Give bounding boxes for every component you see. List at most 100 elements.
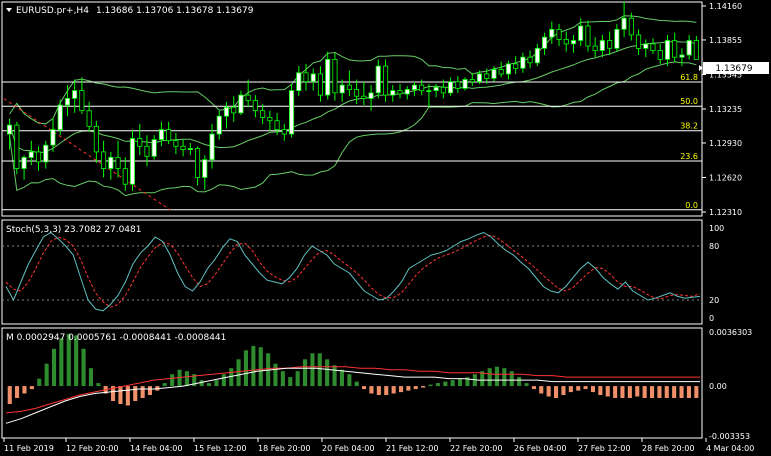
candle-bull xyxy=(462,79,468,89)
candle-bull xyxy=(151,139,157,157)
candle-bear xyxy=(115,156,121,169)
candle-bear xyxy=(346,84,352,90)
macd-histogram-bar xyxy=(627,386,632,398)
fib-label-23.6: 23.6 xyxy=(680,152,698,161)
candle-bear xyxy=(353,89,360,97)
candle-bear xyxy=(361,95,367,99)
macd-histogram-bar xyxy=(509,371,514,387)
candle-bear xyxy=(455,81,461,89)
candle-bull xyxy=(614,28,620,49)
candle-bear xyxy=(469,79,475,83)
macd-histogram-bar xyxy=(251,345,256,387)
time-tick-label: 15 Feb 12:00 xyxy=(194,444,246,453)
candle-bear xyxy=(267,117,273,122)
macd-histogram-bar xyxy=(347,374,352,387)
macd-histogram-bar xyxy=(59,338,64,387)
stoch-tick-label: 0 xyxy=(709,314,714,323)
candle-bull xyxy=(187,148,193,151)
stoch-tick-label: 20 xyxy=(709,296,719,305)
candle-bull xyxy=(72,90,78,99)
candle-bull xyxy=(578,25,584,41)
macd-histogram-bar xyxy=(650,386,655,398)
stoch-label: Stoch(5,3,3) 23.7082 27.0481 xyxy=(6,225,141,235)
candle-bull xyxy=(621,17,627,30)
candle-bull xyxy=(542,36,548,49)
macd-histogram-bar xyxy=(125,386,130,406)
candle-bear xyxy=(628,17,634,36)
time-tick-label: 26 Feb 04:00 xyxy=(514,444,566,453)
macd-histogram-bar xyxy=(140,386,145,398)
macd-histogram-bar xyxy=(295,371,300,387)
time-tick-label: 12 Feb 20:00 xyxy=(66,444,118,453)
macd-histogram-bar xyxy=(590,386,595,393)
macd-histogram-bar xyxy=(133,386,138,401)
macd-histogram-bar xyxy=(44,363,49,386)
macd-histogram-bar xyxy=(546,386,551,397)
macd-histogram-bar xyxy=(273,363,278,386)
macd-histogram-bar xyxy=(406,386,411,391)
candle-bull xyxy=(534,47,540,64)
macd-histogram-bar xyxy=(339,369,344,387)
macd-histogram-bar xyxy=(214,380,219,387)
macd-histogram-bar xyxy=(369,386,374,394)
macd-histogram-bar xyxy=(605,386,610,397)
candle-bull xyxy=(520,56,526,69)
macd-histogram-bar xyxy=(686,386,691,398)
candle-bull xyxy=(390,90,396,96)
macd-histogram-bar xyxy=(243,350,248,386)
candle-bull xyxy=(7,124,13,135)
candle-bull xyxy=(549,28,555,38)
macd-histogram-bar xyxy=(679,386,684,398)
macd-histogram-bar xyxy=(29,386,34,390)
macd-histogram-bar xyxy=(118,386,123,404)
candle-bear xyxy=(527,56,533,64)
candle-bull xyxy=(411,84,417,90)
candle-bear xyxy=(513,63,519,69)
macd-histogram-bar xyxy=(613,386,618,398)
candle-bull xyxy=(216,115,222,135)
candle-bull xyxy=(426,90,432,92)
macd-histogram-bar xyxy=(421,386,426,388)
trading-chart[interactable]: 61.850.038.223.60.0 1.141601.138551.1354… xyxy=(0,0,771,456)
symbol-header[interactable]: EURUSD.pr+,H4 1.13686 1.13706 1.13678 1.… xyxy=(6,6,254,16)
candle-bear xyxy=(484,73,490,79)
time-tick-label: 20 Feb 04:00 xyxy=(322,444,374,453)
macd-histogram-bar xyxy=(428,384,433,387)
candle-bear xyxy=(657,50,663,60)
candle-bull xyxy=(505,63,511,75)
candle-bear xyxy=(166,129,172,142)
macd-histogram-bar xyxy=(15,386,20,398)
candle-bull xyxy=(209,133,215,161)
candle-bear xyxy=(592,45,598,51)
candle-bear xyxy=(14,124,20,169)
candle-bear xyxy=(101,151,107,169)
candle-bear xyxy=(636,34,642,49)
candle-bear xyxy=(180,145,186,151)
macd-histogram-bar xyxy=(384,386,389,395)
candle-bear xyxy=(498,69,504,75)
candle-bear xyxy=(693,40,699,60)
macd-histogram-bar xyxy=(354,381,359,387)
candle-bull xyxy=(57,104,63,130)
macd-histogram-bar xyxy=(288,377,293,386)
macd-histogram-bar xyxy=(568,386,573,393)
time-tick-label: 28 Feb 20:00 xyxy=(642,444,694,453)
candle-bear xyxy=(173,140,179,147)
candle-bear xyxy=(382,65,389,96)
candle-bear xyxy=(93,125,99,153)
price-tick-label: 1.12620 xyxy=(709,173,742,182)
macd-histogram-bar xyxy=(147,386,152,395)
macd-histogram-bar xyxy=(539,386,544,394)
macd-histogram-bar xyxy=(7,386,12,404)
candle-bull xyxy=(447,81,454,94)
macd-histogram-bar xyxy=(332,365,337,386)
macd-histogram-bar xyxy=(502,368,507,387)
macd-histogram-bar xyxy=(657,386,662,398)
price-tick-label: 1.12930 xyxy=(709,139,742,148)
candle-bear xyxy=(281,129,287,135)
macd-histogram-bar xyxy=(37,378,42,386)
candle-bull xyxy=(325,59,331,96)
macd-histogram-bar xyxy=(376,386,381,395)
macd-histogram-bar xyxy=(310,353,315,387)
candle-bear xyxy=(419,84,425,92)
